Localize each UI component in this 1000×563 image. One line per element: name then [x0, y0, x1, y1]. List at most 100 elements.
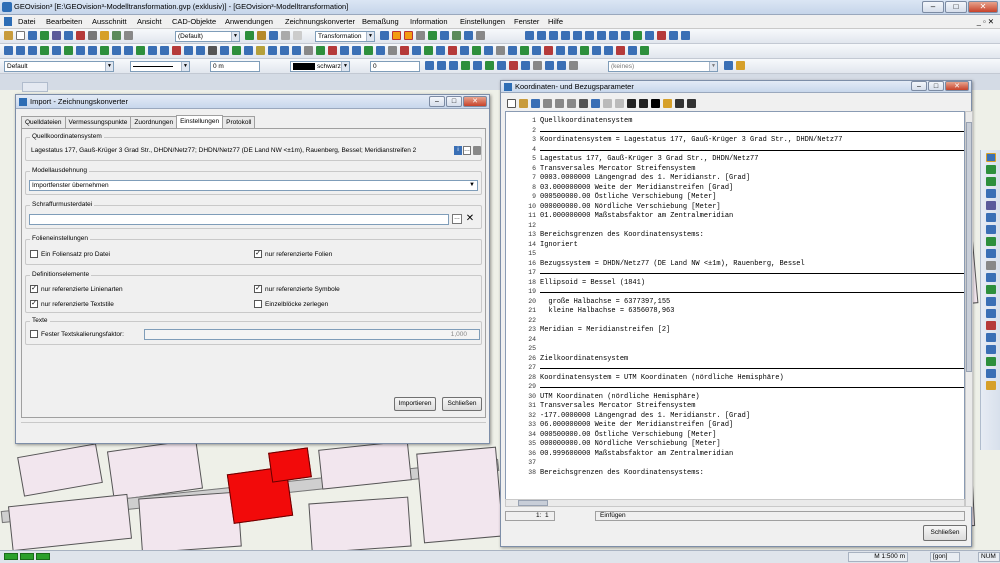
menu-information[interactable]: Information — [410, 17, 448, 26]
close-button[interactable]: ✕ — [968, 1, 998, 13]
view-tools[interactable] — [245, 31, 302, 42]
schraffur-field[interactable] — [29, 214, 449, 225]
minimize-button[interactable]: – — [911, 81, 927, 91]
text-line[interactable]: 18 Ellipsoid = Bessel (1841) — [506, 278, 964, 288]
browse-button[interactable]: … — [463, 146, 471, 155]
text-line[interactable]: 20 große Halbachse = 6377397,155 — [506, 297, 964, 307]
symbol-tools[interactable] — [425, 61, 578, 72]
textskalierung-field[interactable]: 1,000 — [144, 329, 480, 340]
text-line[interactable]: 16 Bezugssystem = DHDN/Netz77 (DE Land NW… — [506, 259, 964, 269]
zoom-icon[interactable] — [985, 225, 996, 234]
text-line[interactable]: 36 00.999600000 Maßstabsfaktor am Zentral… — [506, 449, 964, 459]
scale-combo[interactable]: (Default) ▼ — [175, 31, 240, 42]
text-line[interactable]: 15 — [506, 249, 964, 259]
text-line[interactable]: 35 000000000.00 Nördliche Verschiebung [M… — [506, 439, 964, 449]
mdi-controls[interactable]: _ ▫ ✕ — [977, 17, 994, 26]
pan-icon[interactable] — [985, 261, 996, 270]
menu-ansicht[interactable]: Ansicht — [137, 17, 162, 26]
text-line[interactable]: 3 Koordinatensystem = Lagestatus 177, Gau… — [506, 135, 964, 145]
text-line[interactable]: 30 UTM Koordinaten (nördliche Hemisphäre) — [506, 392, 964, 402]
checkbox-symbole[interactable]: ✓ nur referenzierte Symbole — [254, 285, 340, 293]
zoom-icon[interactable] — [985, 153, 996, 162]
text-line[interactable]: 34 000500000.00 Östliche Verschiebung [Me… — [506, 430, 964, 440]
text-line[interactable]: 38 Bereichsgrenzen des Koordinatensystems… — [506, 468, 964, 478]
tab-zuordnungen[interactable]: Zuordnungen — [130, 116, 178, 128]
text-line[interactable]: 21 kleine Halbachse = 6356078,963 — [506, 306, 964, 316]
info-icon[interactable]: i — [454, 146, 462, 155]
minimize-button[interactable]: – — [429, 96, 445, 107]
close-button[interactable]: ✕ — [463, 96, 487, 107]
text-line[interactable]: 6 Transversales Mercator Streifensystem — [506, 164, 964, 174]
checkbox-linienarten[interactable]: ✓ nur referenzierte Linienarten — [30, 285, 123, 293]
info-tools[interactable] — [525, 31, 690, 42]
delete-icon[interactable] — [473, 146, 481, 155]
zoom-icon[interactable] — [985, 213, 996, 222]
checkbox-foliensatz[interactable]: Ein Foliensatz pro Datei — [30, 250, 110, 258]
snap-icon[interactable] — [985, 333, 996, 342]
schliessen-button[interactable]: Schließen — [442, 397, 482, 411]
zoom-icon[interactable] — [985, 201, 996, 210]
schliessen-button[interactable]: Schließen — [923, 525, 967, 541]
select-icon[interactable] — [985, 273, 996, 282]
snap-icon[interactable] — [985, 357, 996, 366]
text-line[interactable]: 31 Transversales Mercator Streifensystem — [506, 401, 964, 411]
maximize-button[interactable]: □ — [928, 81, 944, 91]
coord-toolbar[interactable] — [507, 99, 696, 110]
tab-protokoll[interactable]: Protokoll — [222, 116, 256, 128]
keines-combo[interactable]: (keines) ▼ — [608, 61, 718, 72]
text-line[interactable]: 25 — [506, 344, 964, 354]
text-line[interactable]: 8 03.000000000 Weite der Meridianstreifen… — [506, 183, 964, 193]
doc-icon[interactable] — [4, 17, 12, 26]
snap-icon[interactable] — [985, 381, 996, 390]
menu-einstellungen[interactable]: Einstellungen — [460, 17, 505, 26]
menu-hilfe[interactable]: Hilfe — [548, 17, 563, 26]
text-line[interactable]: 23 Meridian = Meridianstreifen [2] — [506, 325, 964, 335]
zoom-icon[interactable] — [985, 189, 996, 198]
transform-combo[interactable]: Transformation ▼ — [315, 31, 375, 42]
text-line[interactable]: 33 06.000000000 Weite der Meridianstreife… — [506, 420, 964, 430]
text-line[interactable]: 12 — [506, 221, 964, 231]
checkbox-textstile[interactable]: ✓ nur referenzierte Textstile — [30, 300, 114, 308]
menu-cad-objekte[interactable]: CAD-Objekte — [172, 17, 216, 26]
menu-datei[interactable]: Datei — [18, 17, 36, 26]
close-button[interactable]: ✕ — [945, 81, 969, 91]
text-line[interactable]: 10 000000000.00 Nördliche Verschiebung [M… — [506, 202, 964, 212]
menu-bearbeiten[interactable]: Bearbeiten — [46, 17, 82, 26]
snap-icon[interactable] — [985, 345, 996, 354]
number-field[interactable]: 0 — [370, 61, 420, 72]
width-field[interactable]: 0 m — [210, 61, 260, 72]
menu-anwendungen[interactable]: Anwendungen — [225, 17, 273, 26]
pan-icon[interactable] — [985, 249, 996, 258]
minimize-button[interactable]: – — [922, 1, 944, 13]
text-line[interactable]: 1 Quellkoordinatensystem — [506, 116, 964, 126]
file-tools[interactable] — [4, 31, 133, 42]
maximize-button[interactable]: □ — [446, 96, 462, 107]
select-icon[interactable] — [985, 309, 996, 318]
text-line[interactable]: 37 — [506, 458, 964, 468]
browse-button[interactable]: … — [452, 214, 462, 224]
text-line[interactable]: 9 000500000.00 Östliche Verschiebung [Met… — [506, 192, 964, 202]
layer-combo[interactable]: Default ▼ — [4, 61, 114, 72]
text-line[interactable]: 26 Zielkoordinatensystem — [506, 354, 964, 364]
linetype-combo[interactable]: ▼ — [130, 61, 190, 72]
text-line[interactable]: 13 Bereichsgrenzen des Koordinatensystems… — [506, 230, 964, 240]
text-line[interactable]: 28 Koordinatensystem = UTM Koordinaten (n… — [506, 373, 964, 383]
snap-icon[interactable] — [985, 369, 996, 378]
tab-vermessungspunkte[interactable]: Vermessungspunkte — [64, 116, 132, 128]
clear-icon[interactable]: ✕ — [464, 214, 476, 224]
checkbox-referenzierte-folien[interactable]: ✓ nur referenzierte Folien — [254, 250, 332, 258]
checkbox-textskalierungsfaktor[interactable]: Fester Textskalierungsfaktor: — [30, 330, 124, 338]
scrollbar-thumb[interactable] — [966, 122, 972, 372]
coord-text-area[interactable]: 1 Quellkoordinatensystem 2 3 Koordinatensyst… — [505, 111, 965, 503]
scrollbar-thumb[interactable] — [518, 500, 548, 506]
checkbox-einzelbloecke[interactable]: Einzelblöcke zerlegen — [254, 300, 328, 308]
menu-fenster[interactable]: Fenster — [514, 17, 539, 26]
text-line[interactable]: 32 -177.0000000 Längengrad des 1. Meridia… — [506, 411, 964, 421]
maximize-button[interactable]: □ — [945, 1, 967, 13]
text-line[interactable]: 22 — [506, 316, 964, 326]
draw-tools[interactable] — [4, 46, 649, 57]
color-combo[interactable]: schwarz ▼ — [290, 61, 350, 72]
snap-icon[interactable] — [985, 321, 996, 330]
menu-zeichnungskonverter[interactable]: Zeichnungskonverter — [285, 17, 355, 26]
text-line[interactable]: 5 Lagestatus 177, Gauß-Krüger 3 Grad Str.… — [506, 154, 964, 164]
